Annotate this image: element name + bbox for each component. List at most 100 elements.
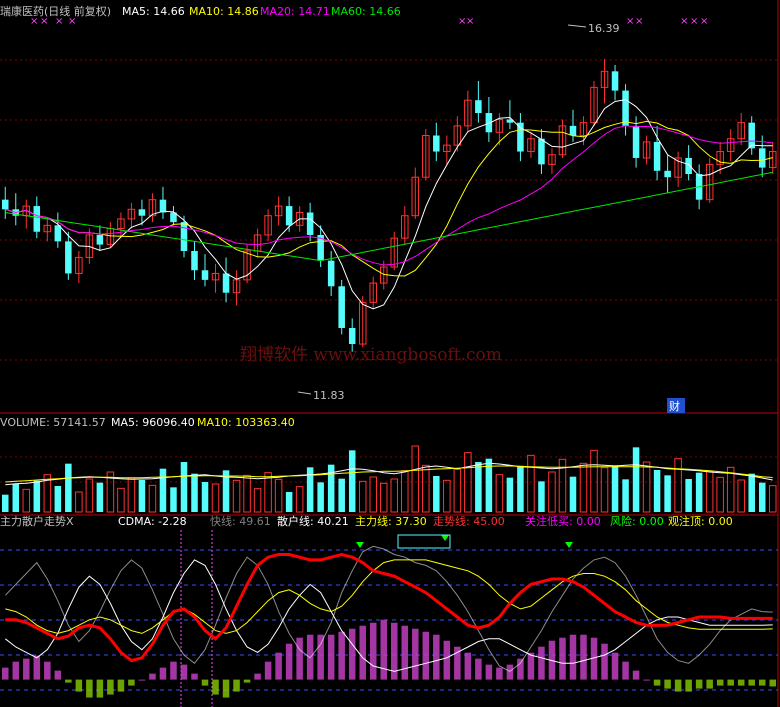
volume-bar-up [253,488,262,513]
volume-bar-down [348,450,356,512]
trend-line-label: 走势线: 45.00 [433,514,505,528]
cdma-histogram-bar [559,637,566,680]
cdma-histogram-bar [685,679,692,692]
main-force-label: 主力线: 37.30 [355,514,427,528]
cdma-histogram-bar [674,679,682,692]
cdma-histogram-bar [54,670,62,680]
stock-chart[interactable]: × × × × × × × × × × × 翔博软件 www.xiangbosoft.com 瑞康医… [0,0,780,707]
cdma-histogram-bar [622,661,629,680]
cdma-histogram-bar [138,679,146,681]
cdma-histogram-bar [212,679,219,695]
candle-body-down [611,71,619,91]
cdma-histogram-bar [380,619,388,680]
cdma-histogram-bar [643,679,650,681]
volume-bar-up [443,479,451,513]
cdma-label: CDMA: -2.28 [118,515,187,528]
volume-bar-up [85,478,94,513]
volume-bar-up [453,468,462,513]
volume-bar-down [433,476,440,512]
cdma-histogram-bar [580,634,587,680]
volume-bar-down [12,483,20,512]
cdma-histogram-bar [653,679,661,686]
retail-line-label: 散户线: 40.21 [277,514,349,528]
volume-bar-down [33,480,41,512]
top-zone-box [397,534,451,549]
green-arrow-icon [565,542,573,548]
volume-bar-down [191,473,198,512]
volume-bar-down [65,463,72,512]
volume-bar-up [243,474,251,513]
cdma-histogram-bar [401,625,409,680]
volume-bar-down [538,481,545,512]
volume-bar-up [401,470,409,513]
cdma-histogram-bar [506,664,514,680]
cdma-histogram-bar [222,679,230,698]
cdma-histogram-bar [44,661,51,680]
volume-bar-up [274,478,283,513]
cdma-histogram-bar [706,679,713,689]
volume-bar-down [1,494,9,512]
cdma-histogram-bar [201,679,209,686]
cdma-histogram-bar [737,679,745,686]
volume-bar-down [758,482,766,512]
volume-bar-up [548,471,556,513]
candle-body-down [622,90,629,126]
volume-bar-up [127,477,136,513]
cdma-histogram-bar [412,628,419,680]
candle-body-down [65,241,72,274]
cdma-histogram-bar [433,634,440,680]
candle-body-down [33,206,41,232]
cdma-histogram-bar [180,664,188,680]
volume-label: VOLUME: 57141.57 [0,416,106,429]
cdma-histogram-bar [275,652,282,680]
ma20-label: MA20: 14.71 [260,5,330,18]
volume-bar-down [475,462,482,512]
cdma-histogram-bar [443,640,451,680]
candle-body-down [222,273,230,293]
volume-bar-up [211,483,220,513]
volume-bar-down [632,447,640,512]
candle-body-down [191,251,198,271]
high-price-pointer [567,24,587,28]
cdma-histogram-bar [464,652,472,680]
cdma-histogram-bar [727,679,734,686]
volume-bar-up [232,479,241,513]
volume-bar-down [138,480,146,512]
candle-body-down [306,212,314,235]
cdma-histogram-bar [285,643,293,680]
volume-bar-down [317,482,324,512]
volume-bar-down [685,479,692,512]
cdma-histogram-bar [601,643,608,680]
volume-panel[interactable] [1,445,777,513]
price-panel[interactable]: × × × × × × × × × × × [1,16,777,352]
low-price-label: 11.83 [313,389,345,402]
cdma-histogram-bar [695,679,703,689]
cdma-histogram-bar [327,634,335,680]
volume-bar-up [390,478,399,513]
candle-body-down [632,125,640,158]
volume-bar-up [642,461,651,513]
indicator-name: 主力散户走势X [0,514,74,528]
cdma-histogram-bar [254,673,261,680]
cdma-histogram-bar [12,661,20,680]
ma10-label: MA10: 14.86 [189,5,259,18]
cdma-histogram-bar [296,637,303,680]
volume-bar-down [159,468,167,512]
cdma-histogram-bar [517,658,524,680]
cdma-histogram-bar [107,679,114,695]
volume-bar-up [22,488,31,513]
cdma-histogram-bar [748,679,755,686]
cdma-histogram-bar [769,679,777,687]
cdma-histogram-bar [33,655,41,680]
cdma-histogram-bar [128,679,135,686]
indicator-panel[interactable] [1,534,777,698]
cdma-histogram-bar [75,679,83,692]
green-arrow-icon [441,535,449,541]
signal-x-marker: × [626,16,634,27]
low-price-pointer [297,391,312,395]
volume-bar-down [96,482,104,512]
volume-bar-up [716,476,724,513]
high-price-label: 16.39 [588,22,620,35]
candle-body-down [1,199,9,210]
cdma-histogram-bar [149,673,156,680]
